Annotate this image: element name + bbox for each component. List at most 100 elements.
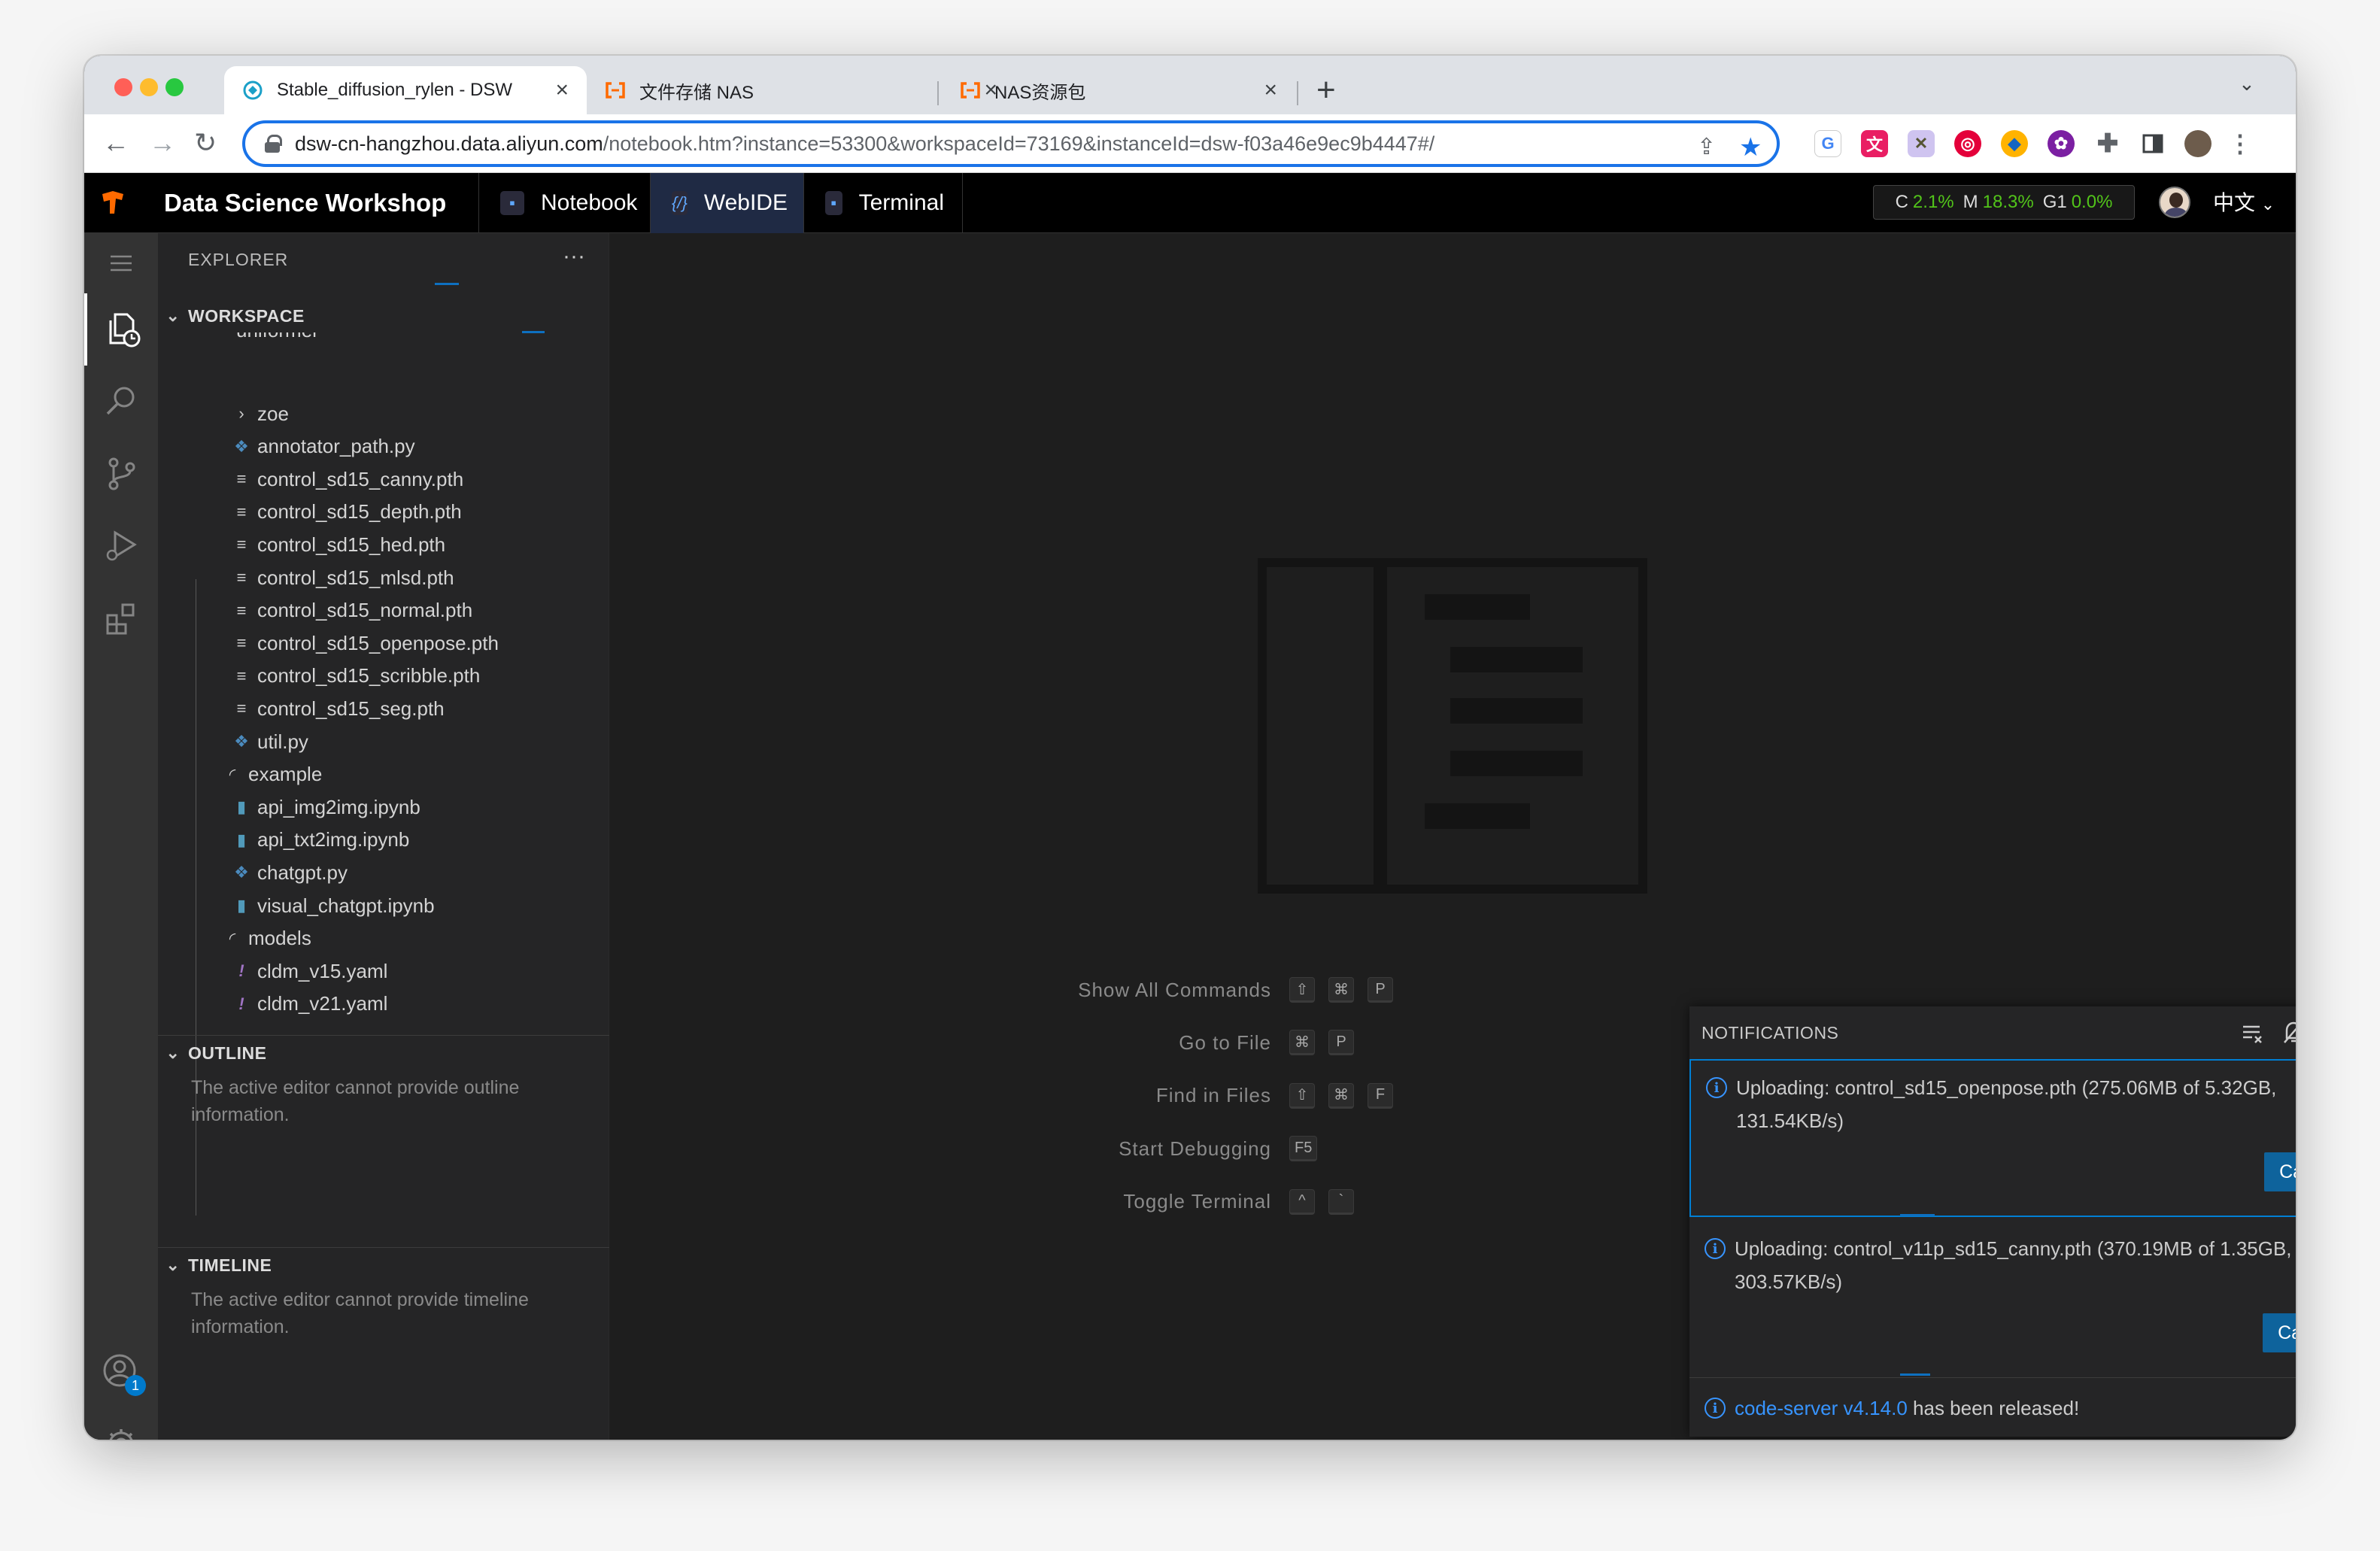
notifications-center: NOTIFICATIONS ⌄ i Uploading: control_sd1…	[1689, 1006, 2296, 1437]
back-button[interactable]: ←	[102, 128, 129, 158]
profile-avatar-icon[interactable]	[2184, 130, 2212, 157]
tab-close-icon[interactable]: ×	[555, 77, 569, 103]
info-icon: i	[1705, 1398, 1726, 1419]
settings-gear-icon[interactable]	[84, 1408, 158, 1440]
browser-tab-title: NAS资源包	[994, 82, 1086, 103]
shield-extension-icon[interactable]: ◆	[2001, 130, 2028, 157]
tab-label: Notebook	[541, 190, 638, 215]
browser-tab-dsw[interactable]: Stable_diffusion_rylen - DSW ×	[224, 66, 587, 114]
loading-spinner-icon: ◜	[229, 928, 236, 948]
window-close-button[interactable]	[114, 78, 132, 96]
tab-separator	[937, 81, 939, 105]
tree-folder[interactable]: › zoe	[158, 397, 609, 430]
chat-extension-icon[interactable]: ✿	[2048, 130, 2075, 157]
forward-button[interactable]: →	[149, 128, 176, 158]
timeline-label: TIMELINE	[188, 1255, 272, 1275]
run-debug-icon[interactable]	[84, 510, 158, 582]
address-bar[interactable]: dsw-cn-hangzhou.data.aliyun.com/notebook…	[242, 120, 1780, 167]
browser-tab-strip: Stable_diffusion_rylen - DSW × 文件存储 NAS …	[84, 56, 2296, 114]
notification-release[interactable]: i code-server v4.14.0 has been released!	[1689, 1378, 2296, 1437]
keybinding-key: F5	[1289, 1136, 1318, 1162]
tree-item-label: control_sd15_depth.pth	[257, 500, 462, 524]
google-translate-extension-icon[interactable]: G	[1814, 130, 1841, 157]
do-not-disturb-bell-icon[interactable]	[2282, 1020, 2296, 1048]
tree-file[interactable]: ▮ api_txt2img.ipynb	[158, 824, 609, 857]
keybinding-key: ⌘	[1289, 1030, 1315, 1056]
bookmark-star-icon[interactable]: ★	[1739, 132, 1762, 162]
tree-file[interactable]: ≡ control_sd15_openpose.pth	[158, 627, 609, 660]
outline-section-header[interactable]: ⌄ OUTLINE	[158, 1037, 609, 1070]
tree-file[interactable]: ≡ control_sd15_normal.pth	[158, 594, 609, 627]
cpu-value: 2.1%	[1912, 192, 1954, 212]
text-file-icon: ≡	[236, 469, 247, 489]
tree-file[interactable]: ≡ control_sd15_scribble.pth	[158, 660, 609, 693]
tab-close-icon[interactable]: ×	[1264, 77, 1277, 103]
chevron-down-icon: ⌄	[165, 1255, 181, 1274]
dsw-title: Data Science Workshop	[164, 189, 447, 217]
aliyun-favicon-icon	[960, 80, 981, 101]
tree-file[interactable]: ❖ chatgpt.py	[158, 856, 609, 889]
extensions-icon[interactable]	[84, 582, 158, 654]
tab-webide[interactable]: {/} WebIDE	[650, 173, 803, 233]
tree-file[interactable]: ❖ annotator_path.py	[158, 430, 609, 463]
user-avatar[interactable]	[2159, 187, 2190, 218]
workspace-section-header[interactable]: ⌄ WORKSPACE	[158, 299, 609, 332]
tree-file[interactable]: ▮ api_img2img.ipynb	[158, 791, 609, 824]
side-panel-icon[interactable]	[2139, 130, 2166, 157]
tree-folder[interactable]: ◜ models	[158, 922, 609, 955]
language-label: 中文	[2213, 191, 2256, 214]
tree-file[interactable]: ❖ util.py	[158, 725, 609, 758]
hint-label: Find in Files	[1155, 1084, 1271, 1107]
tab-terminal[interactable]: ▪ Terminal	[803, 173, 963, 233]
tree-file[interactable]: ! cldm_v21.yaml	[158, 988, 609, 1021]
tab-notebook[interactable]: ▪ Notebook	[478, 173, 655, 233]
clear-all-notifications-icon[interactable]	[2242, 1021, 2264, 1048]
editor-hint: Toggle Terminal	[835, 1188, 1271, 1216]
source-control-icon[interactable]	[84, 438, 158, 510]
cut-item-label: uniformer	[236, 332, 319, 341]
notification-upload-canny[interactable]: i Uploading: control_v11p_sd15_canny.pth…	[1689, 1219, 2296, 1378]
explorer-files-icon[interactable]	[84, 293, 158, 366]
tree-file[interactable]: ≡ control_sd15_depth.pth	[158, 496, 609, 529]
python-file-icon: ❖	[234, 436, 249, 456]
tree-file[interactable]: ▮ visual_chatgpt.ipynb	[158, 889, 609, 922]
tree-item-label: visual_chatgpt.ipynb	[257, 894, 435, 917]
keybinding-key: `	[1328, 1188, 1354, 1215]
text-file-icon: ≡	[236, 600, 247, 620]
cancel-upload-button[interactable]: Cancel	[2264, 1152, 2296, 1191]
cancel-upload-button[interactable]: Cancel	[2263, 1313, 2296, 1352]
release-link[interactable]: code-server v4.14.0	[1735, 1397, 1908, 1419]
more-actions-icon[interactable]: ···	[563, 244, 585, 269]
target-extension-icon[interactable]: ◎	[1954, 130, 1981, 157]
browser-tab-nas-package[interactable]: NAS资源包 ×	[942, 66, 1295, 114]
search-icon[interactable]	[84, 366, 158, 438]
chevron-down-icon: ⌄	[165, 1043, 181, 1062]
new-tab-button[interactable]: +	[1316, 69, 1336, 111]
tree-file[interactable]: ≡ control_sd15_hed.pth	[158, 528, 609, 561]
notification-upload-openpose[interactable]: i Uploading: control_sd15_openpose.pth (…	[1689, 1059, 2296, 1217]
tree-file[interactable]: ! cldm_v15.yaml	[158, 955, 609, 988]
tree-file[interactable]: ≡ control_sd15_seg.pth	[158, 692, 609, 725]
hint-label: Start Debugging	[1119, 1137, 1271, 1160]
accounts-icon[interactable]: 1	[84, 1336, 158, 1408]
timeline-section-header[interactable]: ⌄ TIMELINE	[158, 1249, 609, 1282]
menu-hamburger-icon[interactable]	[84, 233, 158, 293]
tree-folder[interactable]: ◜ example	[158, 758, 609, 791]
language-selector[interactable]: 中文 ⌄	[2213, 173, 2275, 233]
extensions-puzzle-icon[interactable]: ✚	[2094, 129, 2121, 158]
resource-monitor[interactable]: C 2.1% M 18.3% G1 0.0%	[1873, 185, 2135, 220]
reload-button[interactable]: ↻	[194, 128, 217, 158]
window-minimize-button[interactable]	[140, 78, 158, 96]
window-zoom-button[interactable]	[165, 78, 184, 96]
share-icon[interactable]: ⇪	[1697, 134, 1716, 160]
tree-item-label: control_sd15_seg.pth	[257, 697, 445, 720]
tree-file[interactable]: ≡ control_sd15_mlsd.pth	[158, 561, 609, 594]
browser-menu-icon[interactable]: ⋮	[2227, 130, 2254, 157]
cat-extension-icon[interactable]: ✕	[1908, 130, 1935, 157]
keybinding-key: P	[1368, 977, 1393, 1003]
section-divider	[158, 1247, 609, 1248]
tab-search-chevron-down-icon[interactable]: ⌄	[2239, 72, 2255, 96]
tree-file[interactable]: ≡ control_sd15_canny.pth	[158, 463, 609, 496]
memory-label: M	[1963, 192, 1978, 212]
translate-extension-icon[interactable]: 文	[1861, 130, 1888, 157]
